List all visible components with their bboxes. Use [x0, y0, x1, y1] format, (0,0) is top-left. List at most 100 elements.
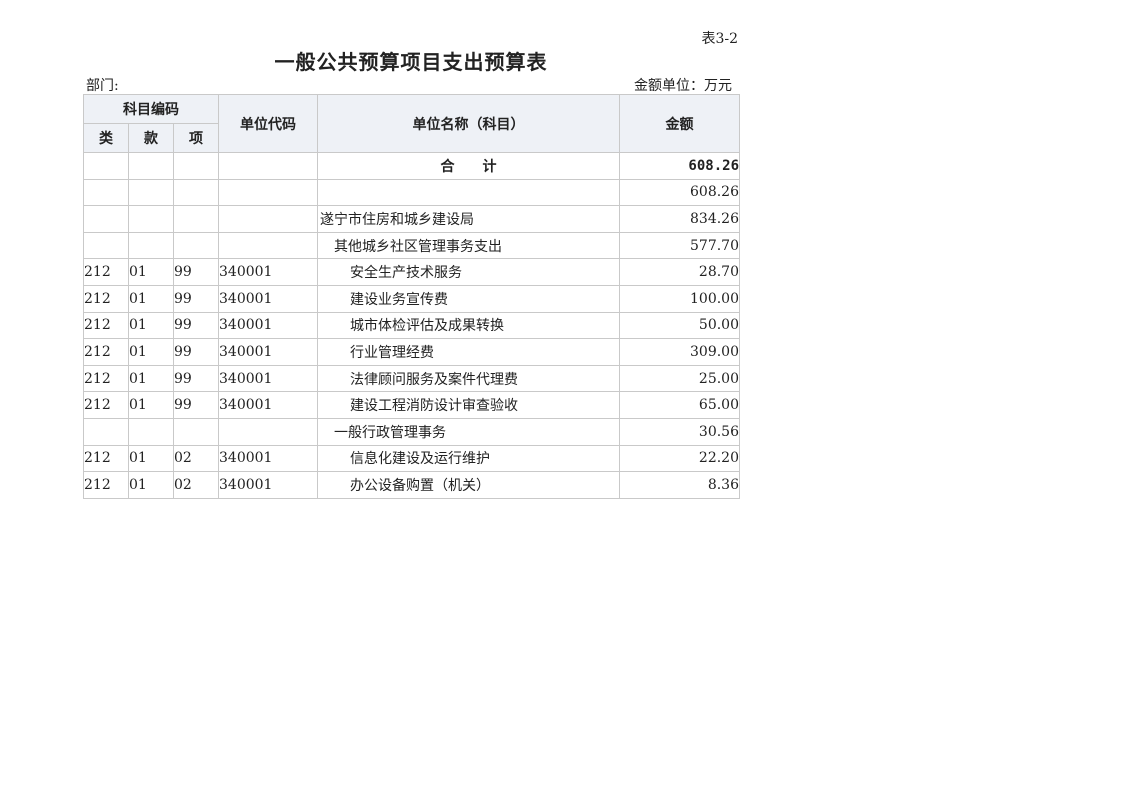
class-cell: 212 [83, 338, 129, 366]
unit-code-cell: 340001 [218, 364, 318, 393]
amount-cell: 22.20 [619, 444, 740, 473]
class-header: 类 [83, 123, 129, 153]
amount-cell: 608.26 [619, 152, 740, 180]
unit-name-cell: 建设业务宣传费 [317, 284, 620, 313]
item-cell: 99 [173, 311, 219, 340]
unit-code-header: 单位代码 [218, 94, 318, 153]
item-cell: 99 [173, 364, 219, 393]
section-cell: 01 [128, 364, 174, 393]
section-cell [128, 417, 174, 446]
header-row-1: 科目编码 单位代码 单位名称（科目） 金额 [83, 94, 740, 153]
class-cell [83, 205, 129, 233]
unit-name-cell: 行业管理经费 [317, 338, 620, 366]
unit-name-cell: 城市体检评估及成果转换 [317, 311, 620, 340]
class-cell: 212 [83, 364, 129, 393]
unit-code-cell [218, 231, 318, 260]
class-cell: 212 [83, 444, 129, 473]
unit-code-cell: 340001 [218, 311, 318, 340]
amount-unit-label: 金额单位：万元 [634, 78, 732, 94]
class-cell: 212 [83, 284, 129, 313]
amount-cell: 8.36 [619, 471, 740, 499]
table-row: 212 01 02 340001 信息化建设及运行维护 22.20 [83, 444, 740, 473]
table-row: 合计 608.26 [83, 152, 740, 180]
table-row: 212 01 02 340001 办公设备购置（机关） 8.36 [83, 471, 740, 499]
unit-name-cell [317, 178, 620, 207]
item-cell [173, 417, 219, 446]
class-cell: 212 [83, 391, 129, 419]
class-cell [83, 417, 129, 446]
table-row: 212 01 99 340001 建设工程消防设计审查验收 65.00 [83, 391, 740, 419]
section-cell [128, 205, 174, 233]
amount-header: 金额 [619, 94, 740, 153]
unit-name-cell: 一般行政管理事务 [317, 417, 620, 446]
amount-cell: 28.70 [619, 258, 740, 286]
amount-cell: 834.26 [619, 205, 740, 233]
class-cell [83, 178, 129, 207]
unit-code-cell [218, 205, 318, 233]
table-row: 212 01 99 340001 安全生产技术服务 28.70 [83, 258, 740, 286]
budget-table: 科目编码 单位代码 单位名称（科目） 金额 类 款 项 合计 608.26 608.… [83, 94, 740, 499]
item-cell [173, 152, 219, 180]
item-cell: 02 [173, 444, 219, 473]
item-cell: 99 [173, 284, 219, 313]
unit-name-cell: 遂宁市住房和城乡建设局 [317, 205, 620, 233]
section-cell: 01 [128, 311, 174, 340]
unit-code-cell: 340001 [218, 284, 318, 313]
amount-cell: 577.70 [619, 231, 740, 260]
section-cell: 01 [128, 471, 174, 499]
unit-name-header: 单位名称（科目） [317, 94, 620, 153]
amount-cell: 608.26 [619, 178, 740, 207]
section-cell: 01 [128, 391, 174, 419]
item-cell: 02 [173, 471, 219, 499]
amount-cell: 50.00 [619, 311, 740, 340]
class-cell: 212 [83, 258, 129, 286]
subject-code-header: 科目编码 [83, 94, 219, 124]
table-row: 一般行政管理事务 30.56 [83, 417, 740, 446]
unit-name-cell: 法律顾问服务及案件代理费 [317, 364, 620, 393]
section-cell [128, 231, 174, 260]
unit-name-cell: 信息化建设及运行维护 [317, 444, 620, 473]
item-cell [173, 231, 219, 260]
unit-name-cell: 其他城乡社区管理事务支出 [317, 231, 620, 260]
section-cell [128, 152, 174, 180]
table-row: 212 01 99 340001 城市体检评估及成果转换 50.00 [83, 311, 740, 340]
item-cell [173, 178, 219, 207]
unit-code-cell [218, 178, 318, 207]
class-cell [83, 152, 129, 180]
unit-code-cell: 340001 [218, 471, 318, 499]
section-cell: 01 [128, 444, 174, 473]
amount-cell: 100.00 [619, 284, 740, 313]
unit-name-cell: 合计 [317, 152, 620, 180]
unit-code-cell [218, 417, 318, 446]
table-row: 212 01 99 340001 建设业务宣传费 100.00 [83, 284, 740, 313]
table-number: 表3-2 [701, 31, 738, 47]
unit-code-cell: 340001 [218, 338, 318, 366]
item-cell: 99 [173, 391, 219, 419]
amount-cell: 309.00 [619, 338, 740, 366]
table-row: 608.26 [83, 178, 740, 207]
table-row: 遂宁市住房和城乡建设局 834.26 [83, 205, 740, 233]
item-cell: 99 [173, 258, 219, 286]
unit-code-cell [218, 152, 318, 180]
unit-code-cell: 340001 [218, 258, 318, 286]
unit-name-cell: 办公设备购置（机关） [317, 471, 620, 499]
section-cell: 01 [128, 338, 174, 366]
unit-code-cell: 340001 [218, 391, 318, 419]
amount-cell: 30.56 [619, 417, 740, 446]
table-body: 合计 608.26 608.26 遂宁市住房和城乡建设局 834.26 其他城乡社区管理事… [83, 152, 740, 499]
item-cell: 99 [173, 338, 219, 366]
item-cell [173, 205, 219, 233]
page-title: 一般公共预算项目支出预算表 [274, 50, 548, 74]
unit-name-cell: 安全生产技术服务 [317, 258, 620, 286]
section-header: 款 [128, 123, 174, 153]
department-label: 部门: [86, 78, 119, 94]
table-row: 212 01 99 340001 法律顾问服务及案件代理费 25.00 [83, 364, 740, 393]
table-row: 其他城乡社区管理事务支出 577.70 [83, 231, 740, 260]
class-cell [83, 231, 129, 260]
section-cell: 01 [128, 258, 174, 286]
unit-name-cell: 建设工程消防设计审查验收 [317, 391, 620, 419]
section-cell [128, 178, 174, 207]
item-header: 项 [173, 123, 219, 153]
unit-code-cell: 340001 [218, 444, 318, 473]
table-row: 212 01 99 340001 行业管理经费 309.00 [83, 338, 740, 366]
